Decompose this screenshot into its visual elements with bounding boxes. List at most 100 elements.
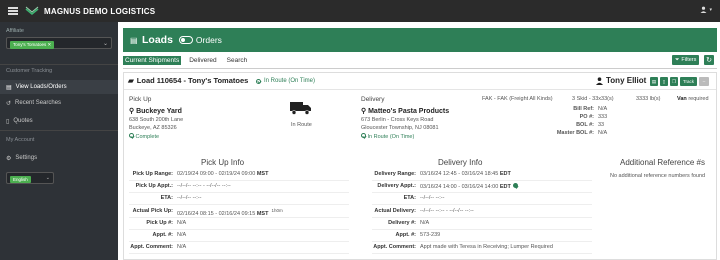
delivery-info-row-label: Actual Delivery: bbox=[374, 207, 416, 214]
affiliate-tag[interactable]: Tony's Tomatoes ✕ bbox=[10, 40, 55, 49]
loads-header: ▤ Loads Orders bbox=[123, 28, 717, 52]
delivery-info-row-label: Appt. #: bbox=[395, 232, 416, 238]
tab-bar: Current Shipments Delivered Search bbox=[123, 55, 249, 66]
delivery-info-heading: Delivery Info bbox=[438, 158, 483, 167]
equipment: Van required bbox=[677, 96, 709, 102]
pickup-heading: Pick Up bbox=[129, 96, 152, 103]
sidebar: Affiliate Tony's Tomatoes ✕ ⌄ Customer T… bbox=[0, 22, 118, 260]
pickup-info-row-label: Pick Up Appt.: bbox=[135, 183, 173, 190]
caret-down-icon: ▾ bbox=[709, 6, 712, 13]
weight: 3333 lb(s) bbox=[636, 96, 661, 102]
pickup-info-row-label: Pick Up Range: bbox=[132, 171, 173, 177]
additional-refs-note: No additional reference numbers found bbox=[610, 173, 706, 179]
loads-orders-toggle[interactable] bbox=[178, 36, 193, 44]
delivery-info-row-label: Appt. Comment: bbox=[373, 244, 416, 251]
ref-value-po: 333 bbox=[598, 114, 608, 120]
affiliate-select[interactable]: Tony's Tomatoes ✕ ⌄ bbox=[6, 37, 112, 49]
minus-icon: – bbox=[702, 79, 706, 84]
skid-count: 3 Skid - 33x33(s) bbox=[572, 96, 614, 102]
additional-refs-heading: Additional Reference #s bbox=[620, 158, 705, 167]
truck-small-icon: ▰ bbox=[128, 76, 134, 85]
document-icon: ▤ bbox=[6, 84, 12, 91]
copy-icon: ❐ bbox=[671, 78, 677, 84]
load-card: ▰ Load 110654 - Tony's Tomatoes In Route… bbox=[123, 72, 717, 260]
pickup-info-row-label: Actual Pick Up: bbox=[132, 207, 173, 214]
sidebar-item-quotes[interactable]: ▯ Quotes bbox=[0, 114, 118, 128]
delivery-info-row-value: --/--/-- --:-- bbox=[420, 195, 445, 202]
pickup-info-row-value: --/--/-- --:-- bbox=[177, 195, 202, 202]
pickup-info-row-value: N/A bbox=[177, 232, 187, 238]
delivery-info-row-value: --/--/-- --:-- - --/--/-- --:-- bbox=[420, 207, 474, 214]
delivery-info-row-label: Delivery #: bbox=[388, 219, 416, 226]
user-icon bbox=[700, 6, 707, 13]
sidebar-item-view-loads[interactable]: ▤ View Loads/Orders bbox=[0, 80, 118, 94]
pickup-info-row-label: Appt. #: bbox=[152, 232, 173, 238]
pickup-info-row-value: 02/19/24 09:00 - 02/19/24 09:00 MST bbox=[177, 171, 269, 177]
history-icon: ↺ bbox=[6, 100, 12, 107]
tab-search[interactable]: Search bbox=[225, 56, 250, 65]
ref-value-bol: 33 bbox=[598, 122, 605, 128]
collapse-button[interactable]: – bbox=[699, 77, 709, 86]
delivery-address-1: 673 Berlin - Cross Keys Road bbox=[361, 117, 434, 123]
delivery-info-row-label: Delivery Range: bbox=[374, 171, 416, 177]
delivery-info-row-value: N/A bbox=[420, 219, 430, 226]
delivery-info-row-value: 03/16/24 14:00 - 03/16/24 14:00 EDT bbox=[420, 183, 518, 190]
language-tag: English bbox=[10, 175, 31, 183]
driver-name: Tony Elliot bbox=[596, 76, 646, 85]
ref-label-bol: BOL #: bbox=[576, 122, 594, 128]
transit-label: In Route bbox=[291, 122, 312, 128]
list-icon: ▤ bbox=[130, 36, 138, 45]
filters-button[interactable]: ⏷ Filters bbox=[672, 55, 700, 65]
sidebar-item-recent-searches[interactable]: ↺ Recent Searches bbox=[0, 96, 118, 110]
ref-label-bill: Bill Ref: bbox=[573, 106, 594, 112]
top-bar: MAGNUS DEMO LOGISTICS ▾ bbox=[0, 0, 720, 22]
freight-class: FAK - FAK (Freight All Kinds) bbox=[482, 96, 553, 102]
hamburger-menu-icon[interactable] bbox=[8, 6, 18, 17]
tab-current-shipments[interactable]: Current Shipments bbox=[123, 56, 182, 65]
load-title[interactable]: ▰ Load 110654 - Tony's Tomatoes bbox=[128, 76, 248, 85]
company-logo-icon bbox=[25, 6, 39, 16]
pickup-info-row-label: ETA: bbox=[160, 195, 173, 202]
pickup-info-row-label: Pick Up #: bbox=[146, 219, 173, 226]
filter-icon: ⏷ bbox=[675, 56, 680, 63]
delivery-info-row-label: ETA: bbox=[403, 195, 416, 202]
check-circle-icon bbox=[256, 78, 261, 84]
delivery-heading: Delivery bbox=[361, 96, 385, 103]
track-button[interactable]: Track bbox=[680, 77, 697, 86]
delivery-status: In Route (On Time) bbox=[361, 133, 414, 140]
person-icon bbox=[596, 76, 603, 85]
pickup-address-1: 638 South 200th Lane bbox=[129, 117, 184, 123]
refresh-button[interactable]: ↻ bbox=[704, 55, 714, 65]
tab-delivered[interactable]: Delivered bbox=[187, 56, 218, 65]
delivery-info-row-value: 03/16/24 12:45 - 03/16/24 18:45 EDT bbox=[420, 171, 511, 177]
ref-value-bill: N/A bbox=[598, 106, 608, 112]
section-customer-tracking: Customer Tracking bbox=[6, 68, 53, 74]
copy-button[interactable]: ❐ bbox=[670, 77, 678, 86]
file-icon: ▯ bbox=[6, 118, 10, 125]
section-my-account: My Account bbox=[6, 137, 35, 143]
delivery-address-2: Gloucester Township, NJ 08081 bbox=[361, 125, 439, 131]
page-title: Loads bbox=[142, 34, 173, 46]
app-brand: MAGNUS DEMO LOGISTICS bbox=[44, 6, 156, 16]
map-pin-icon: ⚲ bbox=[361, 108, 367, 115]
pickup-info-row-label: Appt. Comment: bbox=[130, 244, 173, 251]
pickup-info-row-value: 02/16/24 08:15 - 02/16/24 09:15 MST1h0m bbox=[177, 207, 283, 217]
language-select[interactable]: English ⌄ bbox=[6, 172, 54, 184]
pickup-address-2: Buckeye, AZ 85326 bbox=[129, 125, 177, 131]
file-icon: ▯ bbox=[662, 78, 666, 84]
user-menu[interactable]: ▾ bbox=[700, 6, 712, 13]
orders-label: Orders bbox=[195, 35, 222, 45]
truck-icon bbox=[290, 102, 311, 115]
check-circle-icon bbox=[361, 133, 366, 138]
pickup-location: ⚲ Buckeye Yard bbox=[129, 108, 182, 115]
documents-button[interactable]: ▤ bbox=[650, 77, 658, 86]
delivery-info-row-value: Appt made with Teresa in Receiving; Lump… bbox=[420, 244, 553, 251]
sidebar-item-settings[interactable]: ⚙ Settings bbox=[0, 151, 118, 165]
ref-value-master-bol: N/A bbox=[598, 130, 608, 136]
chevron-down-icon: ⌄ bbox=[102, 41, 108, 47]
pickup-info-row-value: N/A bbox=[177, 219, 187, 226]
chevron-down-icon: ⌄ bbox=[45, 175, 50, 181]
pickup-status: Complete bbox=[129, 133, 159, 140]
files-button[interactable]: ▯ bbox=[660, 77, 668, 86]
affiliate-label: Affiliate bbox=[6, 28, 24, 34]
